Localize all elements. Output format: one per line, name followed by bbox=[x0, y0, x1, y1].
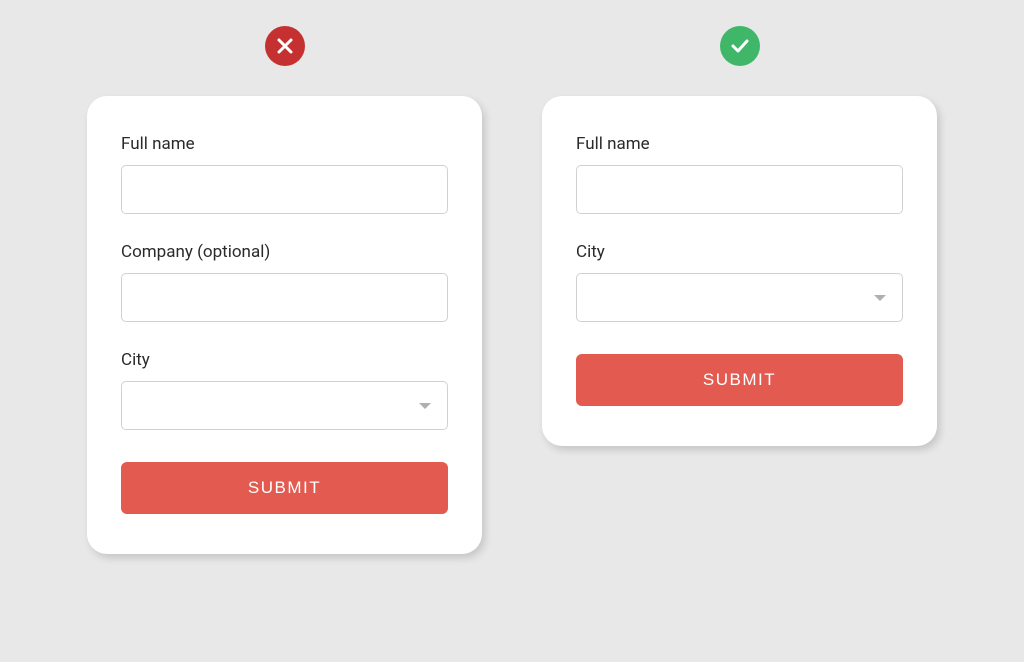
fullname-input[interactable] bbox=[121, 165, 448, 214]
good-example-column: Full name City SUBMIT bbox=[542, 26, 937, 446]
fullname-input[interactable] bbox=[576, 165, 903, 214]
city-label: City bbox=[576, 242, 903, 262]
city-select[interactable] bbox=[576, 273, 903, 322]
city-select-wrapper bbox=[121, 381, 448, 430]
submit-button[interactable]: SUBMIT bbox=[576, 354, 903, 406]
company-label: Company (optional) bbox=[121, 242, 448, 262]
city-field-group: City bbox=[121, 350, 448, 430]
city-select[interactable] bbox=[121, 381, 448, 430]
company-input[interactable] bbox=[121, 273, 448, 322]
company-field-group: Company (optional) bbox=[121, 242, 448, 322]
bad-example-card: Full name Company (optional) City SUBMIT bbox=[87, 96, 482, 554]
check-badge bbox=[720, 26, 760, 66]
x-icon bbox=[275, 36, 295, 56]
city-label: City bbox=[121, 350, 448, 370]
fullname-field-group: Full name bbox=[576, 134, 903, 214]
submit-button[interactable]: SUBMIT bbox=[121, 462, 448, 514]
city-field-group: City bbox=[576, 242, 903, 322]
good-example-card: Full name City SUBMIT bbox=[542, 96, 937, 446]
x-badge bbox=[265, 26, 305, 66]
bad-example-column: Full name Company (optional) City SUBMIT bbox=[87, 26, 482, 554]
fullname-label: Full name bbox=[576, 134, 903, 154]
city-select-wrapper bbox=[576, 273, 903, 322]
fullname-label: Full name bbox=[121, 134, 448, 154]
check-icon bbox=[728, 34, 752, 58]
fullname-field-group: Full name bbox=[121, 134, 448, 214]
